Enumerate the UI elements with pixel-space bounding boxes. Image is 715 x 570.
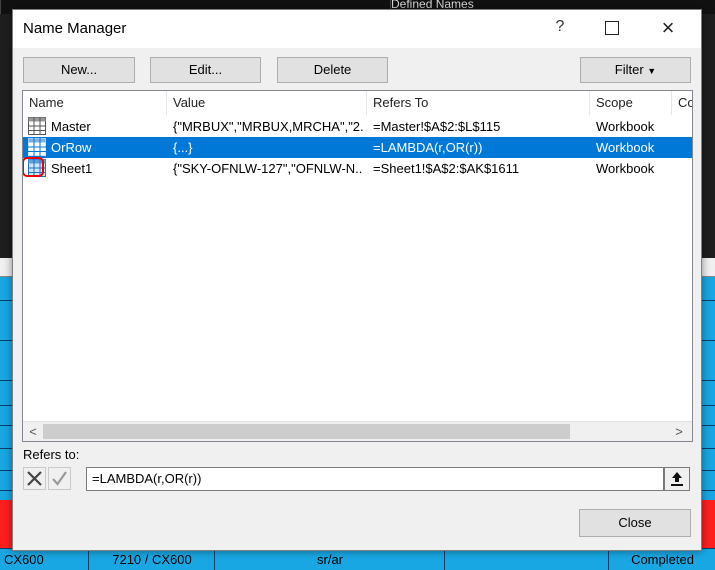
confirm-edit-button[interactable]	[48, 467, 71, 490]
table-icon	[28, 138, 46, 156]
sheet-cell[interactable]: sr/ar	[214, 549, 445, 570]
value-cell: {...}	[173, 140, 193, 155]
horizontal-scrollbar[interactable]: < >	[23, 421, 692, 441]
column-header-refers-to[interactable]: Refers To	[367, 91, 590, 115]
scroll-left-icon[interactable]: <	[24, 422, 42, 441]
dropdown-arrow-icon: ▼	[647, 66, 657, 76]
cross-icon	[27, 471, 42, 486]
value-cell: {"MRBUX","MRBUX,MRCHA","2...	[173, 119, 363, 134]
list-item-selected[interactable]: OrRow {...} =LAMBDA(r,OR(r)) Workbook	[23, 137, 692, 158]
list-header: Name Value Refers To Scope Co	[23, 91, 692, 115]
name-cell: Sheet1	[51, 161, 93, 176]
filter-label: Filter	[614, 62, 644, 77]
help-icon[interactable]: ?	[549, 18, 571, 36]
value-cell: {"SKY-OFNLW-127","OFNLW-N...	[173, 161, 363, 176]
scroll-right-icon[interactable]: >	[670, 422, 688, 441]
table-icon	[28, 117, 46, 135]
name-cell: OrRow	[51, 140, 92, 155]
scope-cell: Workbook	[596, 140, 655, 155]
sheet-cell[interactable]	[444, 549, 609, 570]
filter-button[interactable]: Filter ▼	[580, 57, 691, 83]
sheet-cell[interactable]: 7210 / CX600	[88, 549, 215, 570]
column-header-name[interactable]: Name	[23, 91, 167, 115]
name-manager-dialog: Name Manager ? × New... Edit... Delete F…	[12, 9, 702, 551]
close-button[interactable]: Close	[579, 509, 691, 537]
list-item[interactable]: Sheet1 {"SKY-OFNLW-127","OFNLW-N... =She…	[23, 157, 692, 179]
scope-cell: Workbook	[596, 161, 655, 176]
delete-button[interactable]: Delete	[277, 57, 388, 83]
column-header-scope[interactable]: Scope	[590, 91, 672, 115]
edit-button[interactable]: Edit...	[150, 57, 261, 83]
scope-cell: Workbook	[596, 119, 655, 134]
cancel-edit-button[interactable]	[23, 467, 46, 490]
new-button[interactable]: New...	[23, 57, 135, 83]
ribbon-fragment	[0, 0, 7, 14]
refers-to-cell: =Sheet1!$A$2:$AK$1611	[373, 161, 520, 176]
column-header-value[interactable]: Value	[167, 91, 367, 115]
column-header-comment[interactable]: Co	[672, 91, 692, 115]
list-item[interactable]: Master {"MRBUX","MRBUX,MRCHA","2... =Mas…	[23, 116, 692, 137]
title-bar[interactable]: Name Manager ? ×	[13, 10, 701, 48]
names-list[interactable]: Name Value Refers To Scope Co Master {"M…	[22, 90, 693, 442]
refers-to-label-text: Refers to:	[23, 447, 80, 462]
close-icon[interactable]: ×	[656, 15, 680, 41]
refers-to-input[interactable]: =LAMBDA(r,OR(r))	[86, 467, 664, 491]
refers-to-cell: =LAMBDA(r,OR(r))	[373, 140, 483, 155]
scrollbar-thumb[interactable]	[43, 424, 570, 439]
refers-to-label: Refers to:	[23, 447, 79, 462]
sheet-bottom-row: CX600 7210 / CX600 sr/ar Completed	[0, 548, 715, 570]
sheet-cell[interactable]: Completed	[608, 549, 715, 570]
upload-arrow-icon	[671, 472, 683, 486]
maximize-icon[interactable]	[605, 21, 619, 35]
dialog-title: Name Manager	[23, 20, 127, 37]
sheet-cell[interactable]: CX600	[0, 549, 88, 570]
red-annotation-circle	[23, 157, 44, 177]
name-cell: Master	[51, 119, 91, 134]
refers-to-cell: =Master!$A$2:$L$115	[373, 119, 501, 134]
checkmark-icon	[52, 471, 67, 486]
collapse-dialog-button[interactable]	[664, 467, 690, 491]
